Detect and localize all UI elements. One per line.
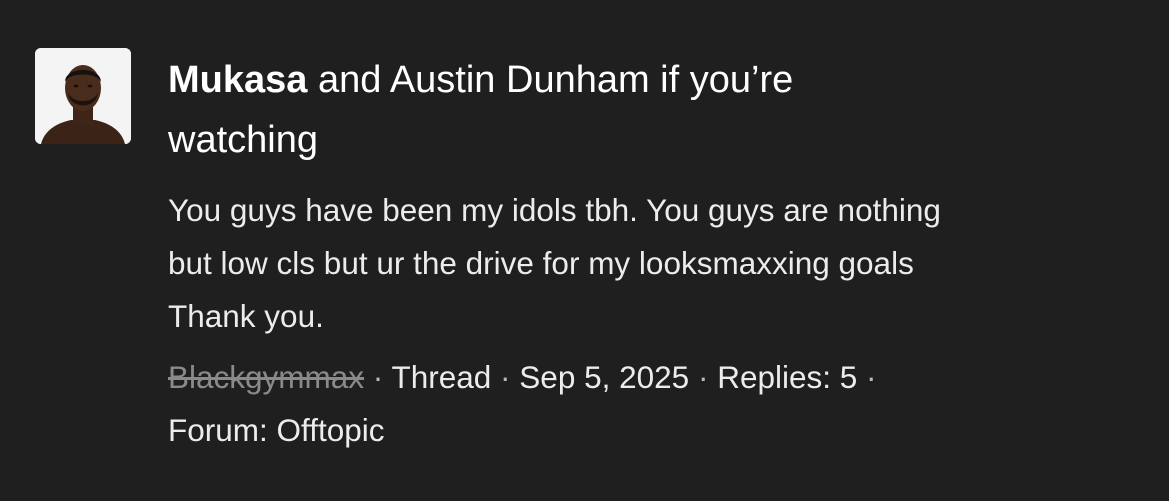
snippet-line: Thank you. [168,298,324,334]
title-text: and Austin Dunham if you’re [307,59,794,101]
separator: · [689,359,718,395]
search-result: Mukasa and Austin Dunham if you’re watch… [0,0,1169,501]
title-text-line2: watching [168,119,318,161]
content-type: Thread [391,359,492,395]
post-date: Sep 5, 2025 [519,359,690,395]
snippet-line: but low cls but ur the drive for my look… [168,245,914,281]
result-snippet: You guys have been my idols tbh. You guy… [168,184,1148,343]
separator: · [857,359,877,395]
user-avatar[interactable] [35,48,131,144]
separator: · [364,359,392,395]
forum-link[interactable]: Forum: Offtopic [168,404,1148,457]
author-link[interactable]: Blackgymmax [168,359,364,395]
result-meta: Blackgymmax · Thread · Sep 5, 2025 · Rep… [168,351,1148,457]
separator: · [491,359,520,395]
avatar-photo-icon [35,48,131,144]
result-title-link[interactable]: Mukasa and Austin Dunham if you’re watch… [168,50,1018,170]
snippet-line: You guys have been my idols tbh. You guy… [168,192,941,228]
title-highlight: Mukasa [168,59,308,101]
replies-count: Replies: 5 [717,359,858,395]
result-content: Mukasa and Austin Dunham if you’re watch… [168,50,1148,457]
